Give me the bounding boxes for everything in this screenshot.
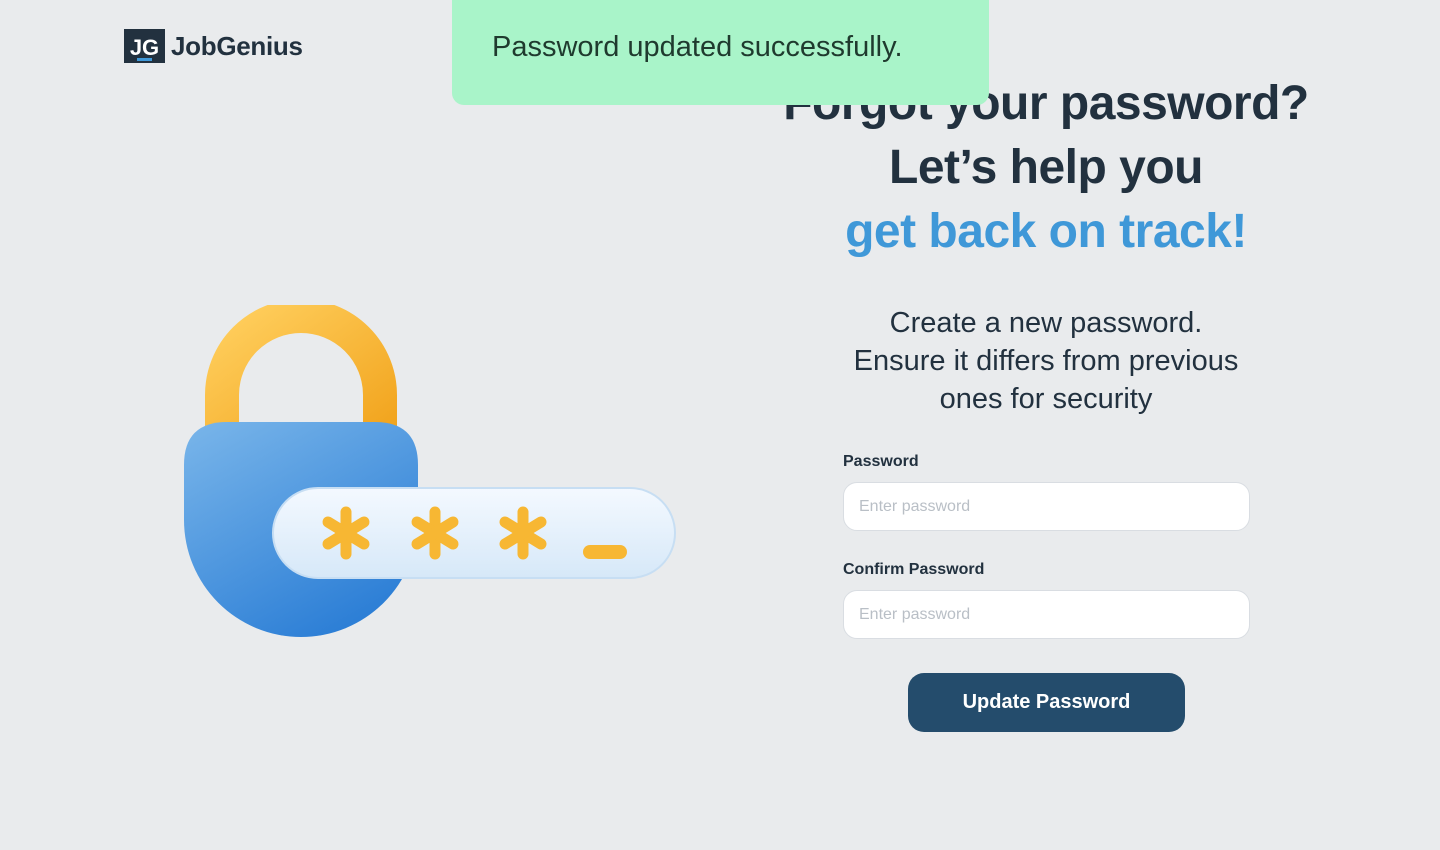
instructions: Create a new password. Ensure it differs…: [760, 304, 1332, 418]
brand-logo-icon: JG: [124, 29, 165, 63]
confirm-password-input[interactable]: [843, 590, 1250, 639]
instructions-line-3: ones for security: [939, 383, 1153, 415]
confirm-password-label: Confirm Password: [843, 561, 985, 578]
password-label: Password: [843, 453, 919, 470]
lock-password-icon: [184, 305, 676, 637]
title-line-3: get back on track!: [845, 205, 1247, 258]
brand-name: JobGenius: [171, 30, 303, 61]
title-line-2: Let’s help you: [889, 141, 1203, 194]
brand[interactable]: JG JobGenius: [124, 29, 303, 63]
success-toast: Password updated successfully.: [452, 0, 989, 105]
password-input[interactable]: [843, 482, 1250, 531]
brand-logo-text: JG: [130, 35, 159, 60]
toast-message: Password updated successfully.: [492, 31, 903, 63]
instructions-line-2: Ensure it differs from previous: [853, 345, 1239, 377]
update-password-button[interactable]: Update Password: [908, 673, 1185, 732]
instructions-line-1: Create a new password.: [889, 307, 1203, 339]
